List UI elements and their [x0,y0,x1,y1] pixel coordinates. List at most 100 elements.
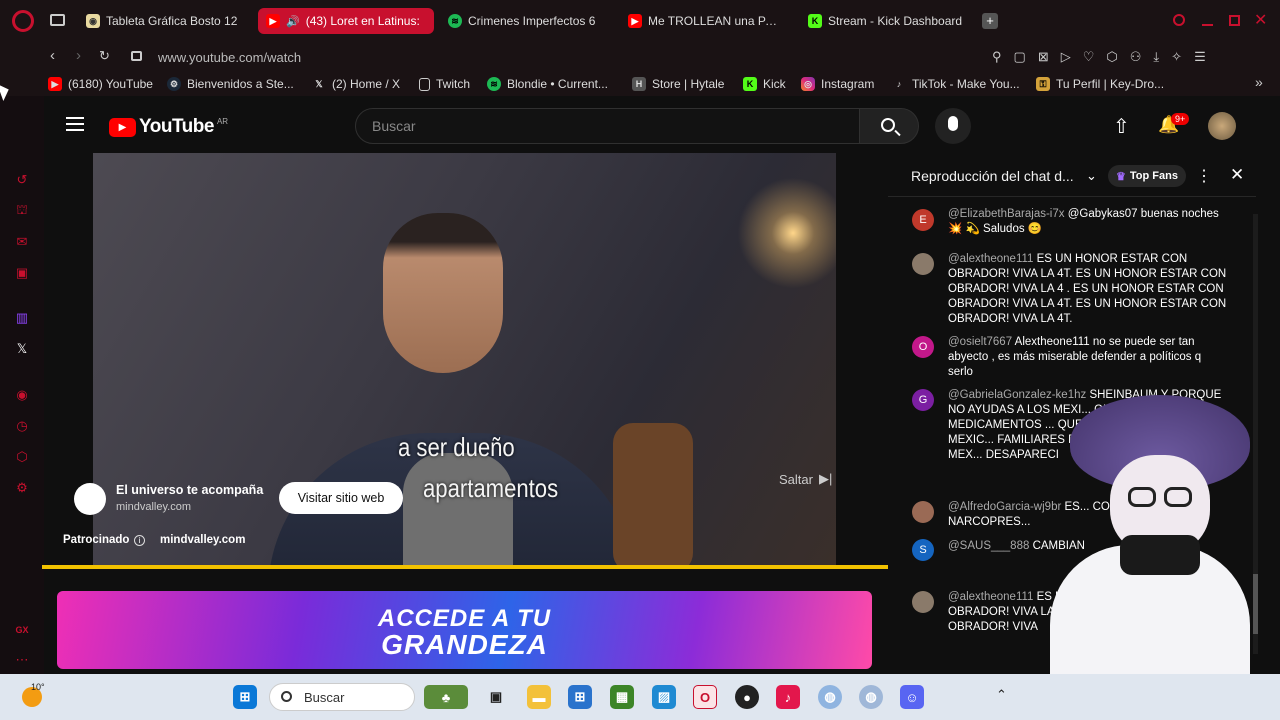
obs-icon[interactable]: ● [735,685,759,709]
discord-icon[interactable]: ☺ [900,685,924,709]
chevron-down-icon[interactable]: ⌄ [1086,168,1097,184]
new-tab-button[interactable]: + [982,13,998,29]
download-icon[interactable]: ⤓ [1153,49,1159,65]
bookmark-kick[interactable]: K Kick [743,75,786,93]
minecraft-icon[interactable]: ▦ [610,685,634,709]
snapshot-icon[interactable]: ▢ [1014,49,1026,65]
store-icon[interactable]: ⊞ [568,685,592,709]
url-field[interactable]: www.youtube.com/watch [158,50,301,65]
vpn-icon[interactable]: ⚇ [1130,49,1142,65]
sponsored-domain[interactable]: mindvalley.com [160,534,245,546]
photos-icon[interactable]: ▨ [652,685,676,709]
x-icon[interactable]: 𝕏 [14,341,30,357]
opera-gx-icon[interactable]: O [693,685,717,709]
more-options-icon[interactable]: ⋮ [1196,166,1212,186]
file-explorer-icon[interactable]: ▬ [527,685,551,709]
voice-search-button[interactable] [935,108,971,144]
bookmark-tiktok[interactable]: ♪ TikTok - Make You... [892,75,1020,93]
close-chat-icon[interactable]: ✕ [1230,165,1244,185]
taskbar-search[interactable]: Buscar [269,683,415,711]
youtube-logo[interactable]: ▶ YouTube AR [109,116,228,138]
close-window-icon[interactable]: ✕ [1254,10,1267,30]
mail-icon[interactable]: ✉ [14,234,30,250]
adblock-icon[interactable]: ⊠ [1038,49,1049,65]
top-fans-badge[interactable]: ♛ Top Fans [1108,165,1186,187]
heart-icon[interactable]: ♡ [1083,49,1095,65]
search-input[interactable]: Buscar [372,118,416,134]
avatar[interactable]: G [912,389,934,411]
ad-logo[interactable] [74,483,106,515]
tab-kick[interactable]: K Stream - Kick Dashboard [800,8,972,34]
chat-username[interactable]: @osielt7667 [948,336,1012,348]
avatar[interactable]: O [912,336,934,358]
app-icon-1[interactable]: ◍ [818,685,842,709]
bookmark-instagram[interactable]: ◎ Instagram [801,75,874,93]
speaker-icon[interactable]: 🔊 [286,15,300,28]
skip-ad-button[interactable]: Saltar ▶| [779,471,832,487]
bookmark-keydrop[interactable]: ⚿ Tu Perfil | Key-Dro... [1036,75,1164,93]
back-icon[interactable]: ‹ [50,47,55,64]
avatar[interactable] [912,501,934,523]
avatar[interactable] [1208,112,1236,140]
chevron-up-icon[interactable]: ⌃ [996,687,1007,703]
avatar[interactable]: S [912,539,934,561]
tab-crimenes[interactable]: ≋ Crimenes Imperfectos 6 [440,8,610,34]
bookmark-spotify[interactable]: ≋ Blondie • Current... [487,75,608,93]
chat-title[interactable]: Reproducción del chat d... [911,168,1074,184]
reload-icon[interactable]: ↻ [99,48,110,64]
ad-title[interactable]: El universo te acompaña [116,483,263,497]
windows-start-icon[interactable]: ⊞ [233,685,257,709]
info-icon[interactable]: i [134,535,145,546]
widgets-icon[interactable]: ♣ [424,685,468,709]
gx-label[interactable]: GX [14,622,30,638]
chat-username[interactable]: @SAUS___888 [948,540,1029,552]
forward-icon[interactable]: › [76,47,81,64]
bookmark-twitch[interactable]: Twitch [419,75,470,93]
messenger-icon[interactable]: ▣ [14,265,30,281]
settings-icon[interactable]: ⚙ [14,480,30,496]
tiktok-studio-icon[interactable]: ♪ [776,685,800,709]
search-tabs-icon[interactable] [1173,14,1185,26]
extensions-icon[interactable]: ⬡ [14,449,30,465]
menu-icon[interactable]: ☰ [1194,49,1206,65]
twitch-icon[interactable]: ▥ [14,310,30,326]
avatar[interactable] [912,591,934,613]
chat-username[interactable]: @alextheone111 [948,253,1033,265]
hamburger-menu-icon[interactable] [66,117,84,131]
taskbar-search-input[interactable]: Buscar [304,690,344,705]
more-icon[interactable]: ⋯ [14,652,30,668]
tab-tableta[interactable]: ◉ Tableta Gráfica Bosto 12 [78,8,248,34]
bag-icon[interactable]: ⛫ [14,202,30,219]
avatar[interactable] [912,253,934,275]
video-progress-bar[interactable] [42,565,888,569]
video-player[interactable]: a ser dueño apartamentos Saltar ▶| [93,153,836,568]
search-button[interactable] [859,108,919,144]
avatar[interactable]: E [912,209,934,231]
pin-icon[interactable]: ⚲ [992,49,1002,65]
chat-username[interactable]: @ElizabethBarajas-i7x [948,208,1065,220]
bookmark-steam[interactable]: ⚙ Bienvenidos a Ste... [167,75,294,93]
promo-banner[interactable]: ACCEDE A TU GRANDEZA [57,591,872,669]
task-view-icon[interactable]: ▣ [484,685,508,709]
more-bookmarks-icon[interactable]: » [1255,74,1263,90]
app-icon-2[interactable]: ◍ [859,685,883,709]
bookmark-hytale[interactable]: H Store | Hytale [632,75,724,93]
tab-loret[interactable]: ▶ 🔊 (43) Loret en Latinus: [258,8,434,34]
play-icon[interactable]: ▷ [1061,49,1071,65]
tab-trollean[interactable]: ▶ Me TROLLEAN una PARTI [620,8,792,34]
minimize-icon[interactable] [1202,24,1213,26]
visit-site-button[interactable]: Visitar sitio web [279,482,403,514]
player-icon[interactable]: ◉ [14,387,30,403]
search-box[interactable]: Buscar [355,108,860,144]
maximize-icon[interactable] [1229,15,1240,26]
extensions-icon[interactable]: ⬡ [1106,49,1117,65]
ai-icon[interactable]: ✧ [1171,49,1182,65]
bookmark-x[interactable]: 𝕏 (2) Home / X [312,75,400,93]
upload-icon[interactable]: ⇧ [1113,114,1130,139]
bookmark-youtube[interactable]: ▶ (6180) YouTube [48,75,153,93]
chat-username[interactable]: @alextheone111 [948,591,1033,603]
tab-overview-icon[interactable] [50,14,65,26]
history-icon[interactable]: ↺ [14,172,30,188]
opera-logo-icon[interactable] [12,10,34,32]
clock-icon[interactable]: ◷ [14,418,30,434]
